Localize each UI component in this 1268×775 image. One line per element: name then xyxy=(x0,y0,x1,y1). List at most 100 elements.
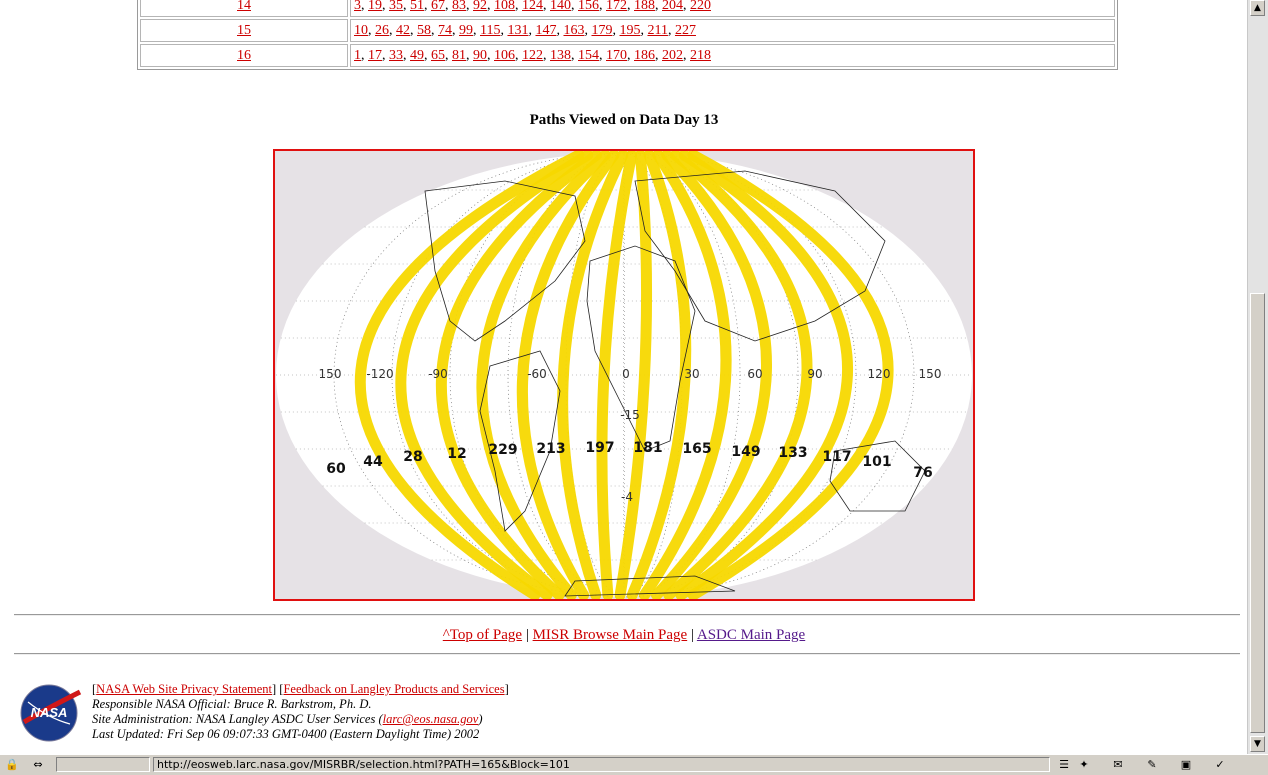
path-link[interactable]: 74 xyxy=(438,23,452,38)
table-row: 14 3, 19, 35, 51, 67, 83, 92, 108, 124, 1… xyxy=(140,0,1115,17)
path-number-label: 229 xyxy=(488,442,517,458)
path-link[interactable]: 33 xyxy=(389,48,403,63)
path-link[interactable]: 204 xyxy=(662,0,683,13)
path-number-label: 101 xyxy=(862,454,891,470)
paths-cell: 10, 26, 42, 58, 74, 99, 115, 131, 147, 1… xyxy=(350,19,1115,42)
path-link[interactable]: 108 xyxy=(494,0,515,13)
privacy-statement-link[interactable]: NASA Web Site Privacy Statement xyxy=(96,682,272,696)
longitude-label: 150 xyxy=(319,367,342,381)
path-link[interactable]: 172 xyxy=(606,0,627,13)
path-link[interactable]: 163 xyxy=(563,23,584,38)
table-row: 15 10, 26, 42, 58, 74, 99, 115, 131, 147,… xyxy=(140,19,1115,42)
path-link[interactable]: 188 xyxy=(634,0,655,13)
misr-browse-main-link[interactable]: MISR Browse Main Page xyxy=(533,627,688,643)
path-link[interactable]: 67 xyxy=(431,0,445,13)
day-link[interactable]: 14 xyxy=(237,0,251,13)
map-heading: Paths Viewed on Data Day 13 xyxy=(529,112,719,128)
day-link[interactable]: 15 xyxy=(237,23,251,38)
path-link[interactable]: 122 xyxy=(522,48,543,63)
path-link[interactable]: 220 xyxy=(690,0,711,13)
path-link[interactable]: 3 xyxy=(354,0,361,13)
status-bar: 🔒 ⇔ http://eosweb.larc.nasa.gov/MISRBR/s… xyxy=(0,754,1268,775)
path-number-label: 76 xyxy=(913,465,932,481)
path-link[interactable]: 83 xyxy=(452,0,466,13)
sidebar-toggle-icon[interactable]: ☰ xyxy=(1056,758,1072,771)
path-number-label: 213 xyxy=(536,441,565,457)
longitude-label: 30 xyxy=(684,367,699,381)
nav-separator: | xyxy=(690,627,694,643)
path-link[interactable]: 19 xyxy=(368,0,382,13)
path-link[interactable]: 186 xyxy=(634,48,655,63)
connection-plug-icon[interactable]: ⇔ xyxy=(26,758,50,771)
day-link[interactable]: 16 xyxy=(237,48,251,63)
paths-cell: 3, 19, 35, 51, 67, 83, 92, 108, 124, 140… xyxy=(350,0,1115,17)
vertical-scrollbar[interactable]: ▲ ▼ xyxy=(1247,0,1268,754)
path-link[interactable]: 170 xyxy=(606,48,627,63)
path-number-label: 197 xyxy=(585,440,614,456)
security-lock-icon[interactable]: 🔒 xyxy=(4,758,20,771)
admin-email-link[interactable]: larc@eos.nasa.gov xyxy=(383,712,479,726)
path-link[interactable]: 10 xyxy=(354,23,368,38)
path-link[interactable]: 92 xyxy=(473,0,487,13)
navigator-icon[interactable]: ✦ xyxy=(1076,758,1092,771)
path-link[interactable]: 147 xyxy=(535,23,556,38)
path-link[interactable]: 58 xyxy=(417,23,431,38)
path-number-label: 28 xyxy=(403,449,422,465)
path-link[interactable]: 131 xyxy=(507,23,528,38)
path-link[interactable]: 227 xyxy=(675,23,696,38)
last-updated: Last Updated: Fri Sep 06 09:07:33 GMT-04… xyxy=(92,727,480,741)
path-number-label: 149 xyxy=(731,444,760,460)
divider-top xyxy=(14,614,1240,616)
paths-cell: 1, 17, 33, 49, 65, 81, 90, 106, 122, 138… xyxy=(350,44,1115,67)
day-cell: 15 xyxy=(140,19,348,42)
path-link[interactable]: 154 xyxy=(578,48,599,63)
scroll-up-button[interactable]: ▲ xyxy=(1250,0,1265,16)
path-link[interactable]: 211 xyxy=(647,23,667,38)
longitude-label: 90 xyxy=(807,367,822,381)
path-link[interactable]: 35 xyxy=(389,0,403,13)
path-link[interactable]: 51 xyxy=(410,0,424,13)
path-number-label: 12 xyxy=(447,446,466,462)
path-link[interactable]: 49 xyxy=(410,48,424,63)
mail-icon[interactable]: ✉ xyxy=(1110,758,1126,771)
page-content: 14 3, 19, 35, 51, 67, 83, 92, 108, 124, 1… xyxy=(0,0,1248,754)
responsible-official: Responsible NASA Official: Bruce R. Bark… xyxy=(92,697,372,711)
feedback-link[interactable]: Feedback on Langley Products and Service… xyxy=(283,682,504,696)
path-number-label: 44 xyxy=(363,454,383,470)
path-link[interactable]: 17 xyxy=(368,48,382,63)
path-link[interactable]: 124 xyxy=(522,0,543,13)
path-link[interactable]: 106 xyxy=(494,48,515,63)
path-number-label: 181 xyxy=(633,440,662,456)
site-admin-label: Site Administration: NASA Langley ASDC U… xyxy=(92,712,383,726)
path-link[interactable]: 115 xyxy=(480,23,500,38)
path-link[interactable]: 90 xyxy=(473,48,487,63)
latitude-label: -4 xyxy=(621,490,633,504)
address-book-icon[interactable]: ▣ xyxy=(1178,758,1194,771)
path-number-label: 133 xyxy=(778,445,807,461)
path-link[interactable]: 218 xyxy=(690,48,711,63)
path-link[interactable]: 202 xyxy=(662,48,683,63)
scroll-down-button[interactable]: ▼ xyxy=(1250,736,1265,752)
path-link[interactable]: 156 xyxy=(578,0,599,13)
path-link[interactable]: 81 xyxy=(452,48,466,63)
editor-icon[interactable]: ✓ xyxy=(1212,758,1228,771)
path-link[interactable]: 179 xyxy=(591,23,612,38)
orbit-path-map: 150 -120 -90 -60 0 30 60 90 120 150 -15 -4 60 44 28 12 2… xyxy=(273,149,975,601)
longitude-label: 0 xyxy=(622,367,630,381)
scroll-thumb[interactable] xyxy=(1250,293,1265,733)
asdc-main-link[interactable]: ASDC Main Page xyxy=(697,627,805,643)
path-link[interactable]: 99 xyxy=(459,23,473,38)
path-link[interactable]: 26 xyxy=(375,23,389,38)
path-link[interactable]: 42 xyxy=(396,23,410,38)
longitude-label: -120 xyxy=(366,367,393,381)
longitude-label: -90 xyxy=(428,367,448,381)
path-link[interactable]: 138 xyxy=(550,48,571,63)
nasa-logo-text: NASA xyxy=(31,705,68,720)
path-link[interactable]: 195 xyxy=(619,23,640,38)
path-link[interactable]: 1 xyxy=(354,48,361,63)
composer-icon[interactable]: ✎ xyxy=(1144,758,1160,771)
path-link[interactable]: 65 xyxy=(431,48,445,63)
nasa-logo-icon[interactable]: NASA xyxy=(18,682,84,744)
top-of-page-link[interactable]: ^Top of Page xyxy=(443,627,522,643)
path-link[interactable]: 140 xyxy=(550,0,571,13)
